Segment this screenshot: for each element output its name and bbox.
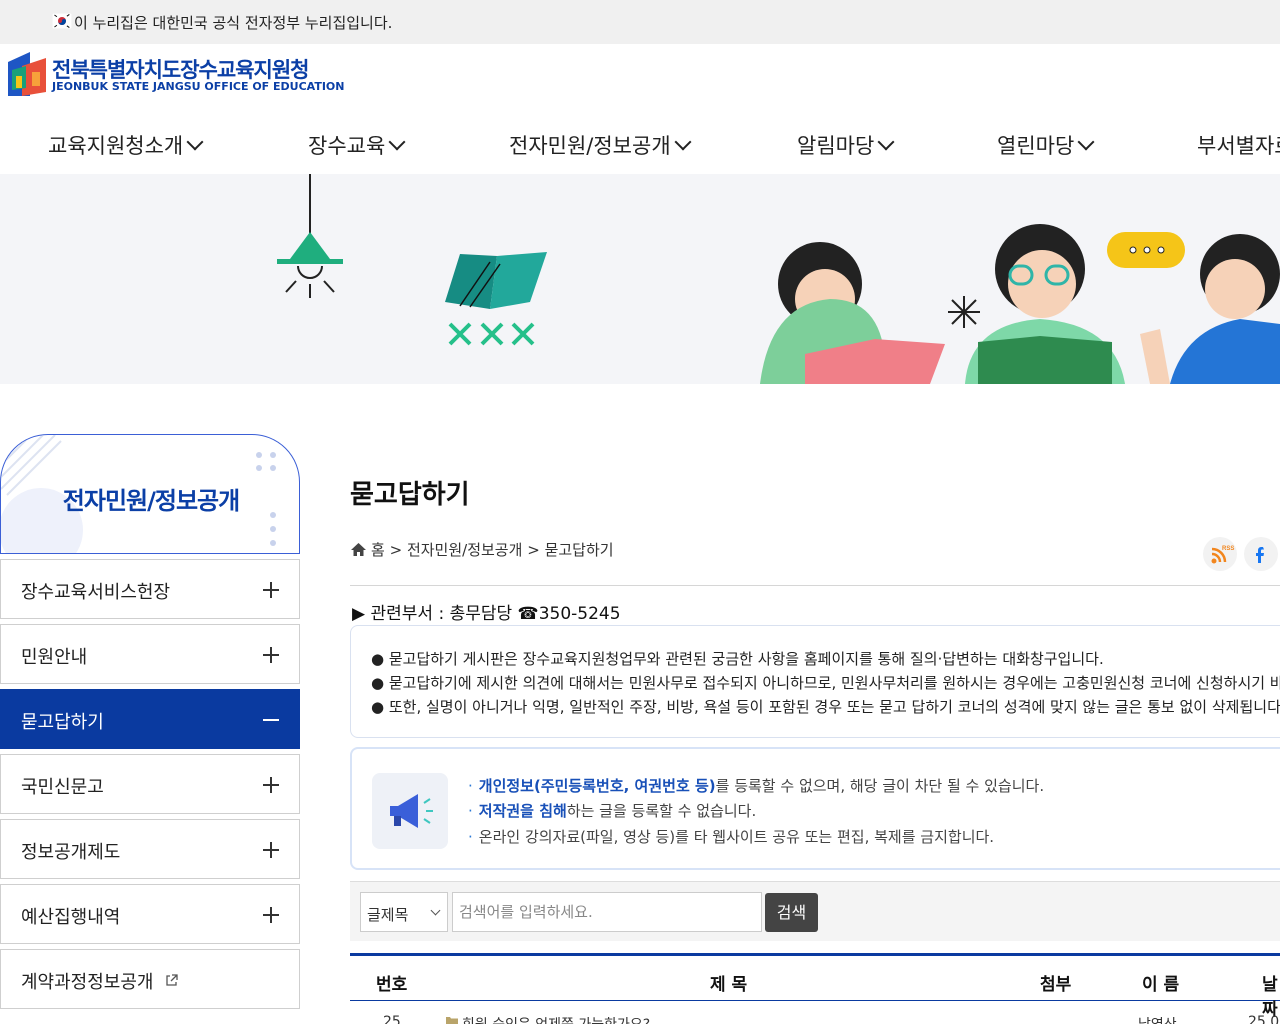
gnb-label: 전자민원/정보공개 bbox=[509, 134, 671, 158]
warning-emphasis: 저작권을 침해 bbox=[478, 802, 567, 820]
gnb-notices[interactable]: 알림마당 bbox=[797, 130, 895, 160]
plus-icon bbox=[263, 647, 279, 663]
chevron-down-icon bbox=[430, 905, 441, 916]
search-input[interactable] bbox=[452, 892, 762, 932]
facebook-icon bbox=[1256, 547, 1264, 563]
gov-notice-text: 이 누리집은 대한민국 공식 전자정부 누리집입니다. bbox=[74, 14, 393, 32]
breadcrumb-section[interactable]: 전자민원/정보공개 bbox=[407, 541, 522, 559]
notice-line: ● 묻고답하기에 제시한 의견에 대해서는 민원사무로 접수되지 아니하므로, … bbox=[371, 674, 1280, 692]
gnb-label: 부서별자료 bbox=[1197, 134, 1280, 158]
gnb-open-forum[interactable]: 열린마당 bbox=[997, 130, 1095, 160]
breadcrumb-current: 묻고답하기 bbox=[544, 541, 614, 559]
facebook-share-button[interactable] bbox=[1244, 537, 1278, 571]
org-name-en: JEONBUK STATE JANGSU OFFICE OF EDUCATION bbox=[52, 80, 345, 93]
col-no: 번호 bbox=[376, 975, 408, 995]
col-name: 이 름 bbox=[1142, 975, 1180, 995]
plus-icon bbox=[263, 777, 279, 793]
search-field-select[interactable]: 글제목 bbox=[360, 892, 448, 932]
sidebar-title-box: 전자민원/정보공개 bbox=[0, 434, 300, 554]
warning-box: · 개인정보(주민등록번호, 여권번호 등)를 등록할 수 없으며, 해당 글이 … bbox=[350, 747, 1280, 870]
warning-line-2: · 저작권을 침해하는 글을 등록할 수 없습니다. bbox=[468, 800, 756, 821]
gnb-label: 알림마당 bbox=[797, 134, 875, 158]
divider bbox=[350, 585, 1280, 586]
search-field-value: 글제목 bbox=[367, 906, 409, 924]
warning-text: 하는 글을 등록할 수 없습니다. bbox=[566, 802, 757, 820]
external-link-icon bbox=[166, 974, 178, 986]
row-no: 25 bbox=[383, 1014, 401, 1024]
gnb-department-data[interactable]: 부서별자료 bbox=[1197, 130, 1280, 160]
bullet: · bbox=[468, 777, 473, 795]
sub-banner bbox=[0, 174, 1280, 384]
gnb-label: 열린마당 bbox=[997, 134, 1075, 158]
notice-line: ● 묻고답하기 게시판은 장수교육지원청업무와 관련된 궁금한 사항을 홈페이지… bbox=[371, 650, 1104, 668]
sidebar-item-qna[interactable]: 묻고답하기 bbox=[0, 689, 300, 749]
sidebar-title: 전자민원/정보공개 bbox=[62, 487, 240, 515]
row-title[interactable]: 회원 승인은 언제쯤 가능한가요? bbox=[462, 1014, 650, 1024]
plus-icon bbox=[263, 582, 279, 598]
rss-label: RSS bbox=[1222, 546, 1234, 552]
gnb-education[interactable]: 장수교육 bbox=[308, 130, 406, 160]
chevron-down-icon bbox=[186, 133, 204, 151]
sidebar-item-label: 예산집행내역 bbox=[21, 907, 121, 928]
sidebar-item-info-disclosure[interactable]: 정보공개제도 bbox=[0, 819, 300, 879]
home-icon[interactable] bbox=[350, 542, 367, 557]
sidebar-item-civil-guide[interactable]: 민원안내 bbox=[0, 624, 300, 684]
row-name: 남영산 bbox=[1138, 1014, 1177, 1024]
sidebar-item-label: 민원안내 bbox=[21, 647, 88, 668]
col-attach: 첨부 bbox=[1040, 975, 1072, 995]
search-bar: 글제목 검색 bbox=[350, 881, 1280, 941]
warning-line-1: · 개인정보(주민등록번호, 여권번호 등)를 등록할 수 없으며, 해당 글이 … bbox=[468, 775, 1044, 796]
korea-flag-icon bbox=[52, 13, 72, 29]
gov-notice-bar: 이 누리집은 대한민국 공식 전자정부 누리집입니다. bbox=[0, 0, 1280, 44]
notice-line: ● 또한, 실명이 아니거나 익명, 일반적인 주장, 비방, 욕설 등이 포함… bbox=[371, 698, 1280, 716]
sidebar-item-label: 국민신문고 bbox=[21, 777, 104, 798]
sidebar-item-contract-info[interactable]: 계약과정정보공개 bbox=[0, 949, 300, 1009]
sidebar-item-budget[interactable]: 예산집행내역 bbox=[0, 884, 300, 944]
chevron-down-icon bbox=[388, 133, 406, 151]
col-title: 제 목 bbox=[710, 975, 748, 995]
search-button[interactable]: 검색 bbox=[765, 893, 818, 932]
table-header: 번호 제 목 첨부 이 름 날짜 bbox=[350, 953, 1280, 1020]
board-notice-box: ● 묻고답하기 게시판은 장수교육지원청업무와 관련된 궁금한 사항을 홈페이지… bbox=[350, 625, 1280, 738]
rss-icon: RSS bbox=[1211, 546, 1234, 564]
bullet: · bbox=[468, 828, 473, 846]
chevron-down-icon bbox=[674, 133, 692, 151]
warning-line-3: · 온라인 강의자료(파일, 영상 등)를 타 웹사이트 공유 또는 편집, 복제… bbox=[468, 826, 994, 847]
table-row[interactable]: 25 회원 승인은 언제쯤 가능한가요? 남영산 25.0 bbox=[350, 1002, 1280, 1024]
chevron-down-icon bbox=[1077, 133, 1095, 151]
sidebar-item-service-charter[interactable]: 장수교육서비스헌장 bbox=[0, 559, 300, 619]
banner-illustration bbox=[277, 174, 1280, 384]
rss-button[interactable]: RSS bbox=[1203, 537, 1237, 571]
megaphone-icon bbox=[390, 794, 433, 828]
page-title: 묻고답하기 bbox=[350, 480, 470, 510]
row-date: 25.0 bbox=[1248, 1014, 1280, 1024]
minus-icon bbox=[263, 719, 279, 721]
breadcrumb-separator: > bbox=[389, 541, 403, 559]
sidebar-item-label: 묻고답하기 bbox=[21, 712, 104, 733]
sidebar-item-label: 장수교육서비스헌장 bbox=[21, 582, 171, 603]
related-dept: ▶ 관련부서 : 총무담당 ☎350-5245 bbox=[352, 604, 621, 624]
gnb-label: 장수교육 bbox=[308, 134, 386, 158]
gnb-civil-service[interactable]: 전자민원/정보공개 bbox=[509, 130, 692, 160]
gnb-intro[interactable]: 교육지원청소개 bbox=[48, 130, 204, 160]
sidebar-item-epeople[interactable]: 국민신문고 bbox=[0, 754, 300, 814]
plus-icon bbox=[263, 907, 279, 923]
breadcrumb: 홈 > 전자민원/정보공개 > 묻고답하기 bbox=[350, 539, 614, 560]
plus-icon bbox=[263, 842, 279, 858]
warning-text: 온라인 강의자료(파일, 영상 등)를 타 웹사이트 공유 또는 편집, 복제를… bbox=[478, 828, 995, 846]
office-logo-icon[interactable] bbox=[8, 52, 46, 96]
sidebar-item-label: 정보공개제도 bbox=[21, 842, 121, 863]
gnb-label: 교육지원청소개 bbox=[48, 134, 184, 158]
megaphone-icon-box bbox=[372, 773, 448, 849]
chevron-down-icon bbox=[877, 133, 895, 151]
warning-emphasis: 개인정보(주민등록번호, 여권번호 등) bbox=[478, 777, 716, 795]
bullet: · bbox=[468, 802, 473, 820]
breadcrumb-separator: > bbox=[527, 541, 540, 559]
sidebar-item-label: 계약과정정보공개 bbox=[21, 972, 154, 993]
breadcrumb-home[interactable]: 홈 bbox=[371, 541, 385, 559]
warning-text: 를 등록할 수 없으며, 해당 글이 차단 될 수 있습니다. bbox=[715, 777, 1045, 795]
folder-icon bbox=[446, 1017, 458, 1024]
